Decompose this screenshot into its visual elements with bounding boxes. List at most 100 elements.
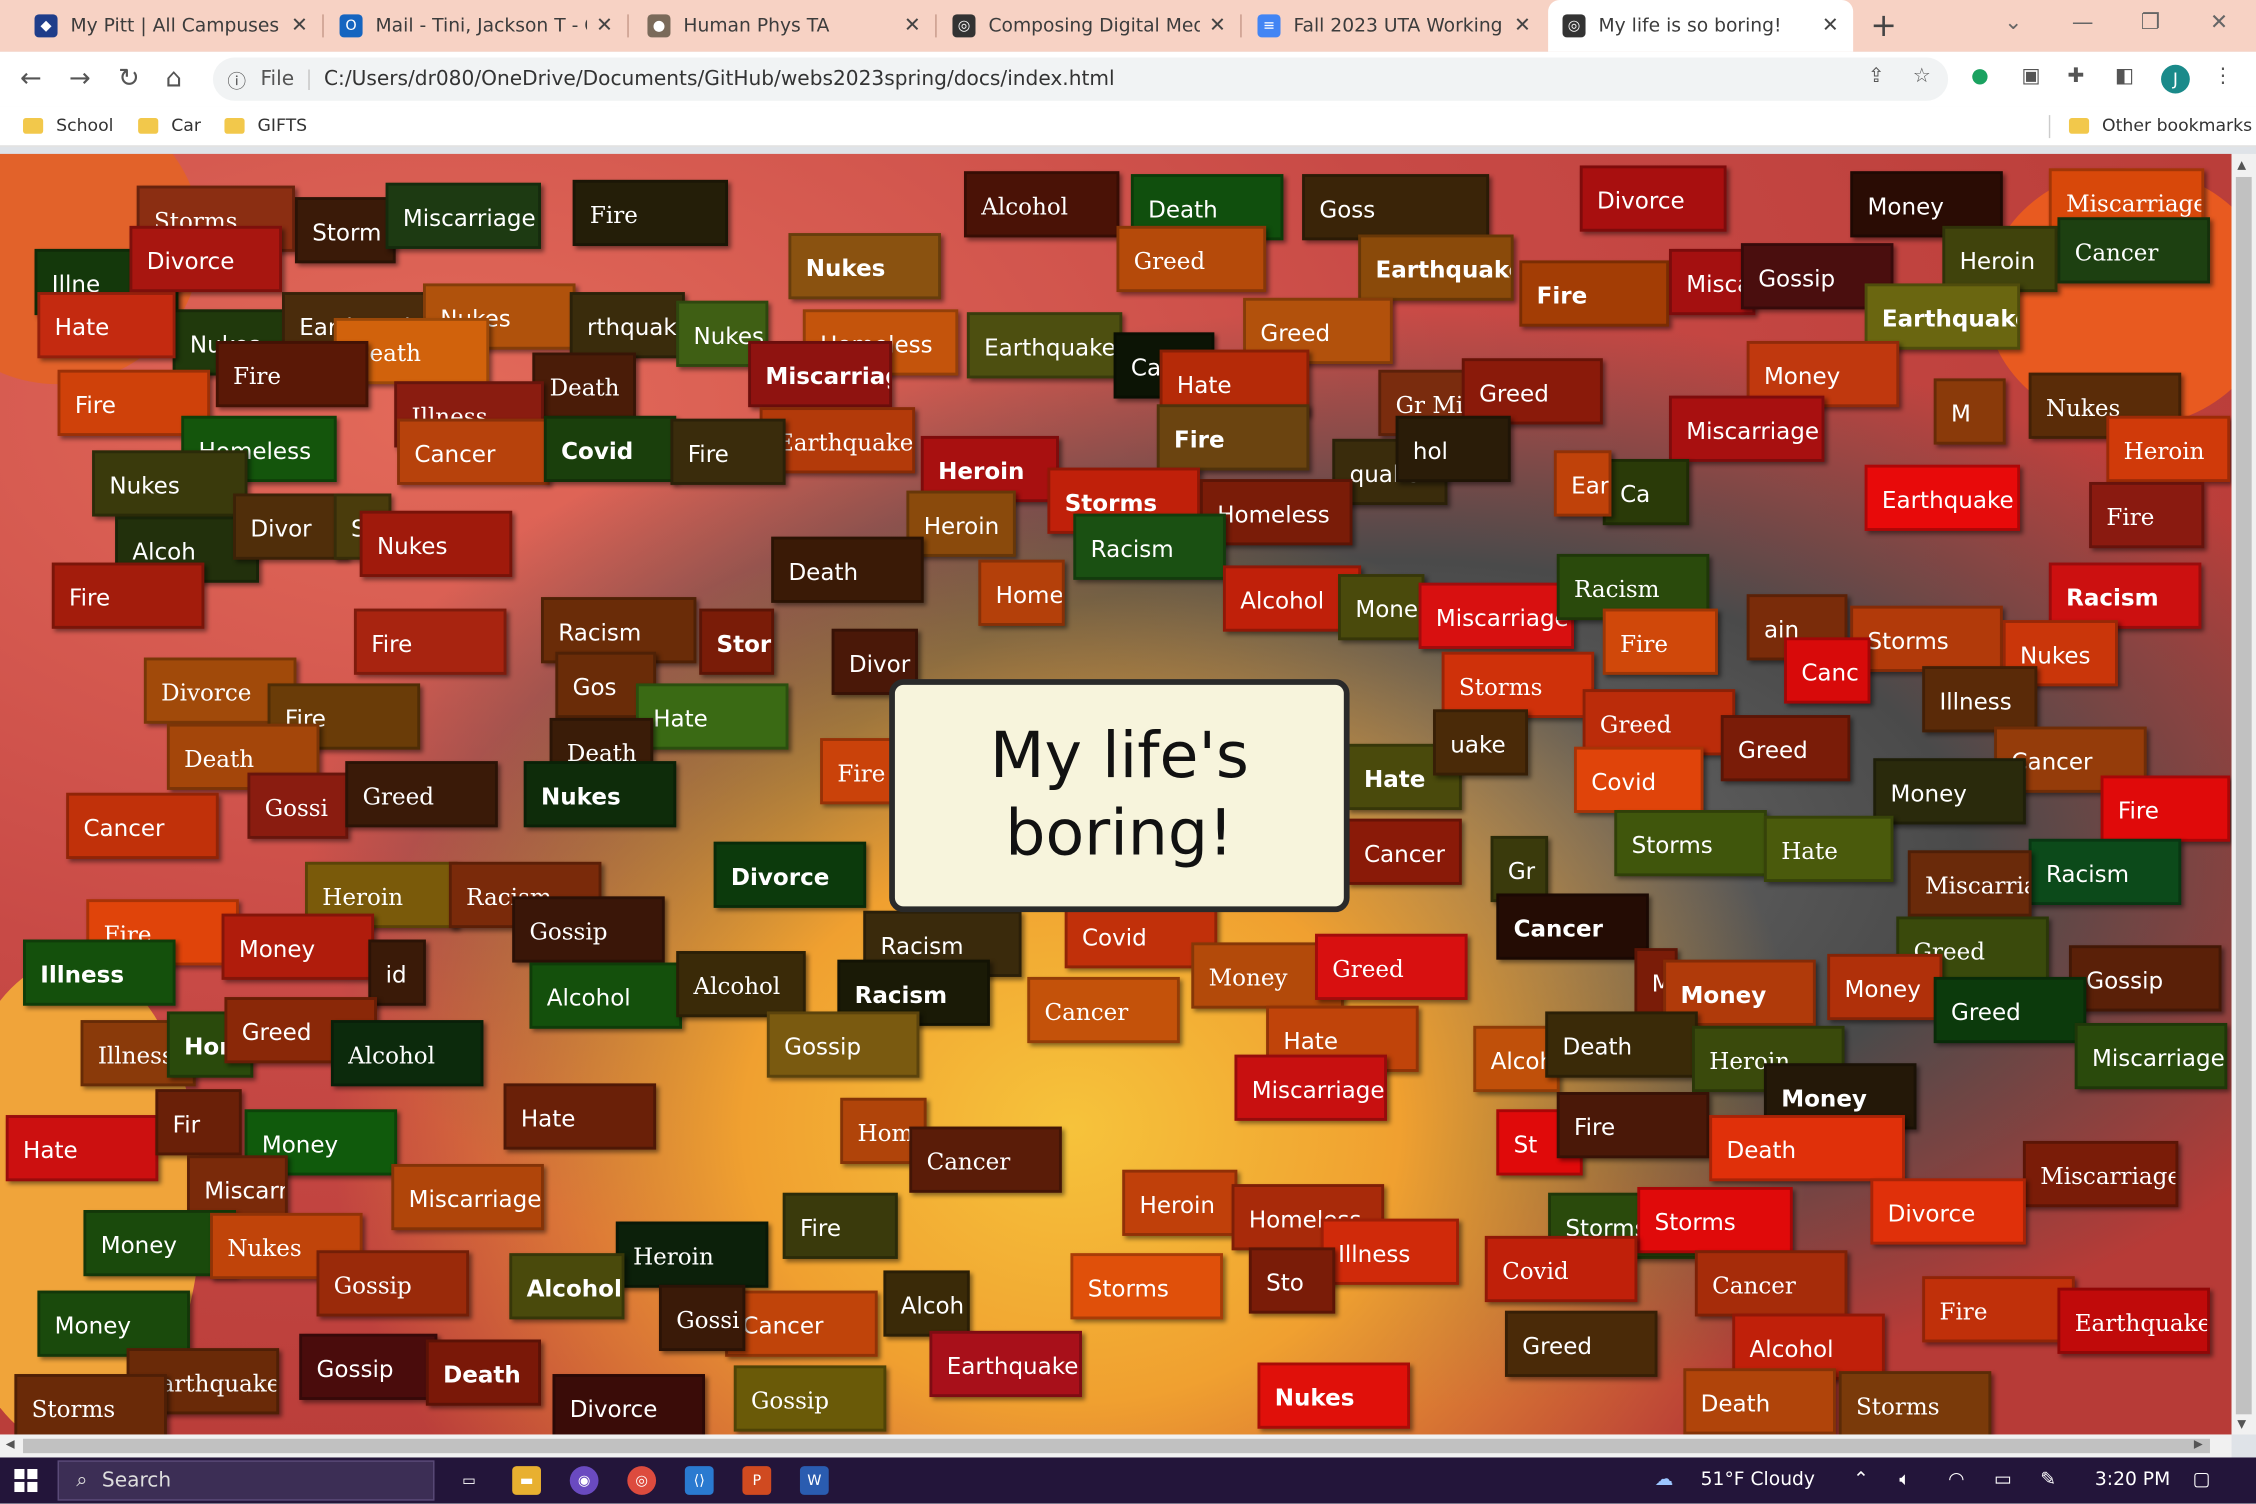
tab-human-phys[interactable]: ● Human Phys TA ✕ bbox=[633, 0, 935, 52]
word-tile: Racism bbox=[2048, 562, 2202, 629]
other-bookmarks[interactable]: Other bookmarks bbox=[2068, 115, 2252, 135]
word-tile: M bbox=[1933, 378, 2006, 445]
close-icon[interactable]: ✕ bbox=[904, 14, 921, 37]
word-tile: Gossip bbox=[766, 1011, 920, 1078]
extension-icon[interactable]: ▣ bbox=[2021, 65, 2040, 88]
word-tile: Fire bbox=[1556, 1092, 1710, 1159]
forward-arrow-icon[interactable]: → bbox=[69, 63, 91, 93]
word-tile: Divorce bbox=[713, 841, 867, 908]
word-tile: Illness bbox=[1320, 1218, 1459, 1285]
share-icon[interactable]: ⇪ bbox=[1868, 65, 1885, 88]
sidepanel-icon[interactable]: ◧ bbox=[2115, 65, 2134, 88]
close-icon[interactable]: ✕ bbox=[291, 14, 308, 37]
word-tile: id bbox=[368, 939, 426, 1006]
horizontal-scrollbar[interactable]: ◀ ▶ bbox=[0, 1434, 2232, 1458]
word-icon[interactable]: W bbox=[799, 1466, 829, 1495]
folder-icon bbox=[224, 117, 245, 134]
volume-icon[interactable]: 🔈︎ bbox=[1899, 1469, 1910, 1491]
word-tile: Fire bbox=[353, 608, 507, 675]
word-tile: Divor bbox=[233, 493, 349, 560]
bookmark-folder-school[interactable]: School bbox=[23, 115, 113, 135]
taskbar-search-box[interactable]: ⌕ Search bbox=[57, 1460, 435, 1501]
word-tile: Fire bbox=[2100, 775, 2231, 842]
tab-search-chevron-icon[interactable]: ⌄ bbox=[2004, 9, 2022, 35]
tab-active-my-life[interactable]: ◎ My life is so boring! ✕ bbox=[1548, 0, 1854, 52]
word-tile: Money bbox=[221, 913, 375, 980]
bookmark-folder-gifts[interactable]: GIFTS bbox=[224, 115, 307, 135]
chrome-icon[interactable]: ◎ bbox=[627, 1466, 657, 1495]
scroll-thumb[interactable] bbox=[2235, 176, 2252, 1415]
home-icon[interactable]: ⌂ bbox=[165, 63, 181, 93]
word-tile: Goss bbox=[1302, 174, 1490, 241]
restore-button[interactable]: ❐ bbox=[2141, 9, 2160, 35]
weather-text[interactable]: 51°F Cloudy bbox=[1701, 1469, 1815, 1491]
vscode-icon[interactable]: ⟨⟩ bbox=[684, 1466, 714, 1495]
bookmark-label: Car bbox=[171, 115, 201, 136]
word-tile: Cancer bbox=[1496, 893, 1649, 960]
word-tile: Nukes bbox=[359, 510, 513, 577]
info-icon[interactable]: ⓘ bbox=[227, 65, 246, 93]
clock[interactable]: 3:20 PM bbox=[2095, 1469, 2170, 1491]
folder-icon bbox=[138, 117, 159, 134]
word-tile: Ear bbox=[1553, 450, 1612, 517]
bookmark-star-icon[interactable]: ☆ bbox=[1913, 65, 1931, 88]
github-desktop-icon[interactable]: ◉ bbox=[569, 1466, 599, 1495]
profile-avatar[interactable]: J bbox=[2161, 64, 2190, 94]
chevron-up-icon[interactable]: ⌃ bbox=[1853, 1469, 1869, 1491]
close-icon[interactable]: ✕ bbox=[596, 14, 613, 37]
folder-icon bbox=[23, 117, 44, 134]
puzzle-icon[interactable]: ✚ bbox=[2068, 65, 2085, 88]
bookmark-folder-car[interactable]: Car bbox=[138, 115, 201, 135]
word-tile: Ca bbox=[1602, 458, 1690, 526]
url-text[interactable]: C:/Users/dr080/OneDrive/Documents/GitHub… bbox=[324, 68, 1115, 91]
tab-mail[interactable]: O Mail - Tini, Jackson T - Out ✕ bbox=[325, 0, 627, 52]
powerpoint-icon[interactable]: P bbox=[742, 1466, 772, 1495]
word-tile: Fire bbox=[215, 340, 369, 408]
word-tile: Racism bbox=[1073, 513, 1226, 580]
close-window-button[interactable]: ✕ bbox=[2210, 9, 2228, 35]
minimize-button[interactable]: — bbox=[2072, 9, 2094, 35]
battery-icon[interactable]: ▭ bbox=[1994, 1469, 2012, 1491]
close-icon[interactable]: ✕ bbox=[1822, 14, 1839, 37]
word-tile: Greed bbox=[345, 761, 498, 828]
word-tile: Gossip bbox=[2068, 945, 2222, 1012]
tab-my-pitt[interactable]: ◆ My Pitt | All Campuses ✕ bbox=[20, 0, 322, 52]
word-tile: Illness bbox=[23, 939, 176, 1006]
close-icon[interactable]: ✕ bbox=[1514, 14, 1531, 37]
close-icon[interactable]: ✕ bbox=[1209, 14, 1226, 37]
reload-icon[interactable]: ↻ bbox=[118, 63, 140, 93]
word-tile: Miscarriage bbox=[385, 182, 541, 249]
folder-icon bbox=[2068, 117, 2090, 134]
word-tile: Home bbox=[978, 559, 1065, 626]
bookmark-label: GIFTS bbox=[257, 115, 308, 136]
screen: ◆ My Pitt | All Campuses ✕ O Mail - Tini… bbox=[0, 0, 2256, 1504]
word-tile: Fire bbox=[1922, 1276, 2075, 1343]
new-tab-button[interactable]: + bbox=[1870, 9, 1897, 45]
word-tile: Fire bbox=[1602, 608, 1718, 675]
back-arrow-icon[interactable]: ← bbox=[20, 63, 42, 93]
browser-toolbar: ← → ↻ ⌂ ⓘ File | C:/Users/dr080/OneDrive… bbox=[0, 51, 2256, 107]
tab-composing-digital-media[interactable]: ◎ Composing Digital Media: ✕ bbox=[938, 0, 1240, 52]
globe-icon: ◎ bbox=[1562, 14, 1586, 38]
file-explorer-icon[interactable]: ▬ bbox=[512, 1466, 541, 1495]
wifi-icon[interactable]: ◠ bbox=[1948, 1469, 1964, 1491]
notifications-icon[interactable]: ▢ bbox=[2193, 1469, 2211, 1491]
tab-uta-working[interactable]: ≡ Fall 2023 UTA Working Ro ✕ bbox=[1243, 0, 1545, 52]
word-tile: Greed bbox=[1582, 689, 1736, 756]
word-tile: Heroin bbox=[2106, 415, 2231, 482]
vertical-scrollbar[interactable]: ▲ ▼ bbox=[2231, 153, 2256, 1435]
word-tile: Death bbox=[425, 1339, 541, 1406]
scroll-thumb[interactable] bbox=[23, 1438, 2210, 1454]
menu-kebab-icon[interactable]: ⋮ bbox=[2213, 65, 2233, 88]
windows-start-icon[interactable] bbox=[14, 1468, 38, 1493]
word-tile: Fire bbox=[572, 179, 729, 247]
word-tile: Covid bbox=[1484, 1235, 1638, 1303]
pen-icon[interactable]: ✎ bbox=[2040, 1469, 2056, 1491]
grammarly-icon[interactable]: ● bbox=[1971, 65, 1989, 88]
word-tile: Heroin bbox=[1942, 225, 2058, 293]
word-tile: Earthquake bbox=[2057, 1287, 2210, 1354]
task-view-icon[interactable]: ▭ bbox=[455, 1466, 484, 1495]
address-bar[interactable]: ⓘ File | C:/Users/dr080/OneDrive/Documen… bbox=[212, 57, 1949, 101]
word-tile: Hate bbox=[635, 683, 789, 750]
page-viewport: Storms Storm Miscarriage Fire Alcohol Death Go… bbox=[0, 153, 2232, 1435]
